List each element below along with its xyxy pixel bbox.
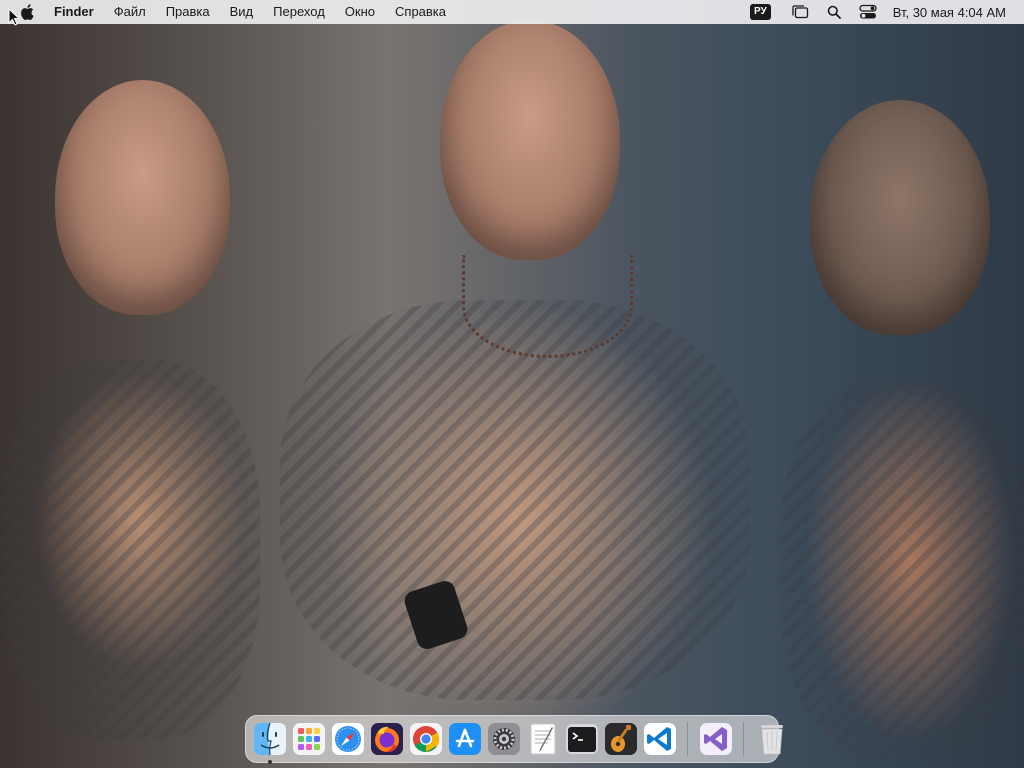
garageband-icon: [604, 723, 637, 755]
chrome-icon: [409, 723, 442, 755]
desktop-wallpaper: [0, 0, 1024, 768]
dock: [245, 715, 783, 764]
wallpaper-person-left-head: [55, 80, 230, 315]
mouse-pointer-icon: [8, 8, 20, 26]
dock-finder[interactable]: [252, 721, 288, 764]
menu-edit[interactable]: Правка: [156, 0, 220, 24]
app-store-icon: [448, 723, 481, 755]
system-settings-icon: [487, 723, 520, 755]
menu-bar: Finder Файл Правка Вид Переход Окно Спра…: [0, 0, 1024, 24]
dock-launchpad[interactable]: [291, 721, 327, 757]
textedit-icon: [530, 723, 555, 755]
menu-bar-clock[interactable]: Вт, 30 мая 4:04 AM: [893, 5, 1006, 20]
dock-separator-trash: [743, 722, 744, 756]
input-language-badge[interactable]: РУ: [749, 4, 771, 20]
wallpaper-person-right-head: [810, 100, 990, 335]
terminal-icon: [565, 724, 598, 754]
menu-bar-left: Finder Файл Правка Вид Переход Окно Спра…: [0, 0, 456, 24]
menu-window[interactable]: Окно: [335, 0, 385, 24]
apple-icon[interactable]: [20, 4, 34, 20]
dock-garageband[interactable]: [603, 721, 639, 757]
wallpaper-tattoo-center: [280, 300, 750, 700]
menu-file[interactable]: Файл: [104, 0, 156, 24]
wallpaper-tattoo-right: [780, 380, 1024, 760]
dock-safari[interactable]: [330, 721, 366, 757]
visual-studio-icon: [699, 723, 732, 755]
finder-icon: [253, 722, 286, 756]
dock-visual-studio[interactable]: [698, 721, 734, 757]
safari-icon: [331, 723, 364, 755]
menu-go[interactable]: Переход: [263, 0, 335, 24]
wallpaper-person-center-head: [440, 20, 620, 260]
finder-running-indicator: [267, 760, 272, 764]
menu-help[interactable]: Справка: [385, 0, 456, 24]
dock-app-store[interactable]: [447, 721, 483, 757]
dock-chrome[interactable]: [408, 721, 444, 757]
dock-vscode[interactable]: [642, 721, 678, 757]
launchpad-icon: [292, 723, 325, 755]
stage-manager-icon[interactable]: [791, 4, 809, 20]
wallpaper-tattoo-left: [0, 360, 260, 740]
firefox-icon: [370, 723, 403, 755]
control-center-icon[interactable]: [859, 4, 877, 20]
vscode-icon: [643, 723, 676, 755]
dock-system-settings[interactable]: [486, 721, 522, 757]
dock-terminal[interactable]: [564, 721, 600, 757]
menu-view[interactable]: Вид: [220, 0, 264, 24]
dock-trash[interactable]: [754, 721, 790, 757]
dock-firefox[interactable]: [369, 721, 405, 757]
spotlight-search-icon[interactable]: [825, 4, 843, 20]
menu-bar-right: РУ Вт, 30 мая 4:04 AM: [749, 0, 1024, 24]
trash-icon: [760, 725, 783, 755]
dock-textedit[interactable]: [525, 721, 561, 757]
menu-app-name[interactable]: Finder: [48, 0, 104, 24]
dock-separator: [687, 722, 688, 756]
wallpaper-necklace: [462, 255, 633, 358]
